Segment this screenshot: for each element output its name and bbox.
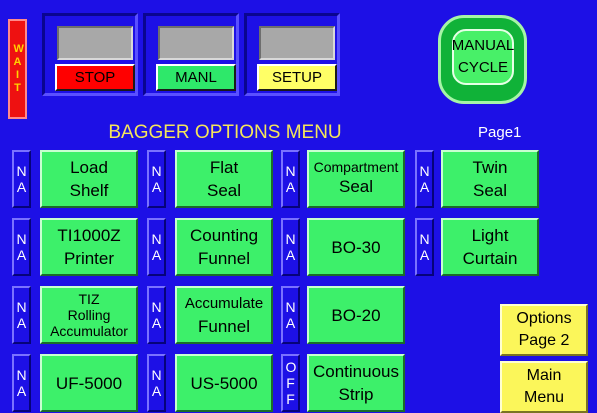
wait-indicator: WAIT bbox=[8, 19, 27, 119]
manual-cycle-line1: MANUAL bbox=[451, 37, 515, 54]
twin-seal-button[interactable]: Twin Seal bbox=[441, 150, 539, 208]
uf-5000-button[interactable]: UF-5000 bbox=[40, 354, 138, 412]
stop-button[interactable]: STOP bbox=[42, 13, 138, 96]
main-menu-button[interactable]: Main Menu bbox=[500, 361, 588, 413]
setup-label: SETUP bbox=[257, 64, 337, 91]
stop-status-window bbox=[57, 26, 133, 60]
bo-30-button[interactable]: BO-30 bbox=[307, 218, 405, 276]
na-tag: NA bbox=[415, 218, 434, 276]
compartment-seal-button[interactable]: Compartment Seal bbox=[307, 150, 405, 208]
manual-cycle-face[interactable]: MANUAL CYCLE bbox=[452, 29, 514, 85]
na-tag: NA bbox=[12, 286, 31, 344]
na-tag: NA bbox=[281, 218, 300, 276]
na-tag: NA bbox=[281, 150, 300, 208]
options-page-2-button[interactable]: Options Page 2 bbox=[500, 304, 588, 356]
na-tag: NA bbox=[12, 218, 31, 276]
na-tag: NA bbox=[147, 150, 166, 208]
na-tag: NA bbox=[147, 218, 166, 276]
tiz-rolling-accumulator-button[interactable]: TIZ Rolling Accumulator bbox=[40, 286, 138, 344]
wait-label: WAIT bbox=[13, 43, 24, 94]
stop-label: STOP bbox=[55, 64, 135, 91]
continuous-strip-button[interactable]: Continuous Strip bbox=[307, 354, 405, 412]
load-shelf-button[interactable]: Load Shelf bbox=[40, 150, 138, 208]
setup-button[interactable]: SETUP bbox=[244, 13, 340, 96]
bo-20-button[interactable]: BO-20 bbox=[307, 286, 405, 344]
off-tag: OFF bbox=[281, 354, 300, 412]
na-tag: NA bbox=[415, 150, 434, 208]
manual-label: MANL bbox=[156, 64, 236, 91]
setup-status-window bbox=[259, 26, 335, 60]
ti1000z-printer-button[interactable]: TI1000Z Printer bbox=[40, 218, 138, 276]
na-tag: NA bbox=[147, 286, 166, 344]
na-tag: NA bbox=[281, 286, 300, 344]
page-indicator: Page1 bbox=[478, 124, 522, 141]
manual-cycle-line2: CYCLE bbox=[457, 59, 509, 76]
na-tag: NA bbox=[147, 354, 166, 412]
na-tag: NA bbox=[12, 150, 31, 208]
counting-funnel-button[interactable]: Counting Funnel bbox=[175, 218, 273, 276]
us-5000-button[interactable]: US-5000 bbox=[175, 354, 273, 412]
accumulate-funnel-button[interactable]: Accumulate Funnel bbox=[175, 286, 273, 344]
light-curtain-button[interactable]: Light Curtain bbox=[441, 218, 539, 276]
manual-status-window bbox=[158, 26, 234, 60]
menu-title: BAGGER OPTIONS MENU bbox=[108, 122, 342, 143]
manual-mode-button[interactable]: MANL bbox=[143, 13, 239, 96]
na-tag: NA bbox=[12, 354, 31, 412]
flat-seal-button[interactable]: Flat Seal bbox=[175, 150, 273, 208]
